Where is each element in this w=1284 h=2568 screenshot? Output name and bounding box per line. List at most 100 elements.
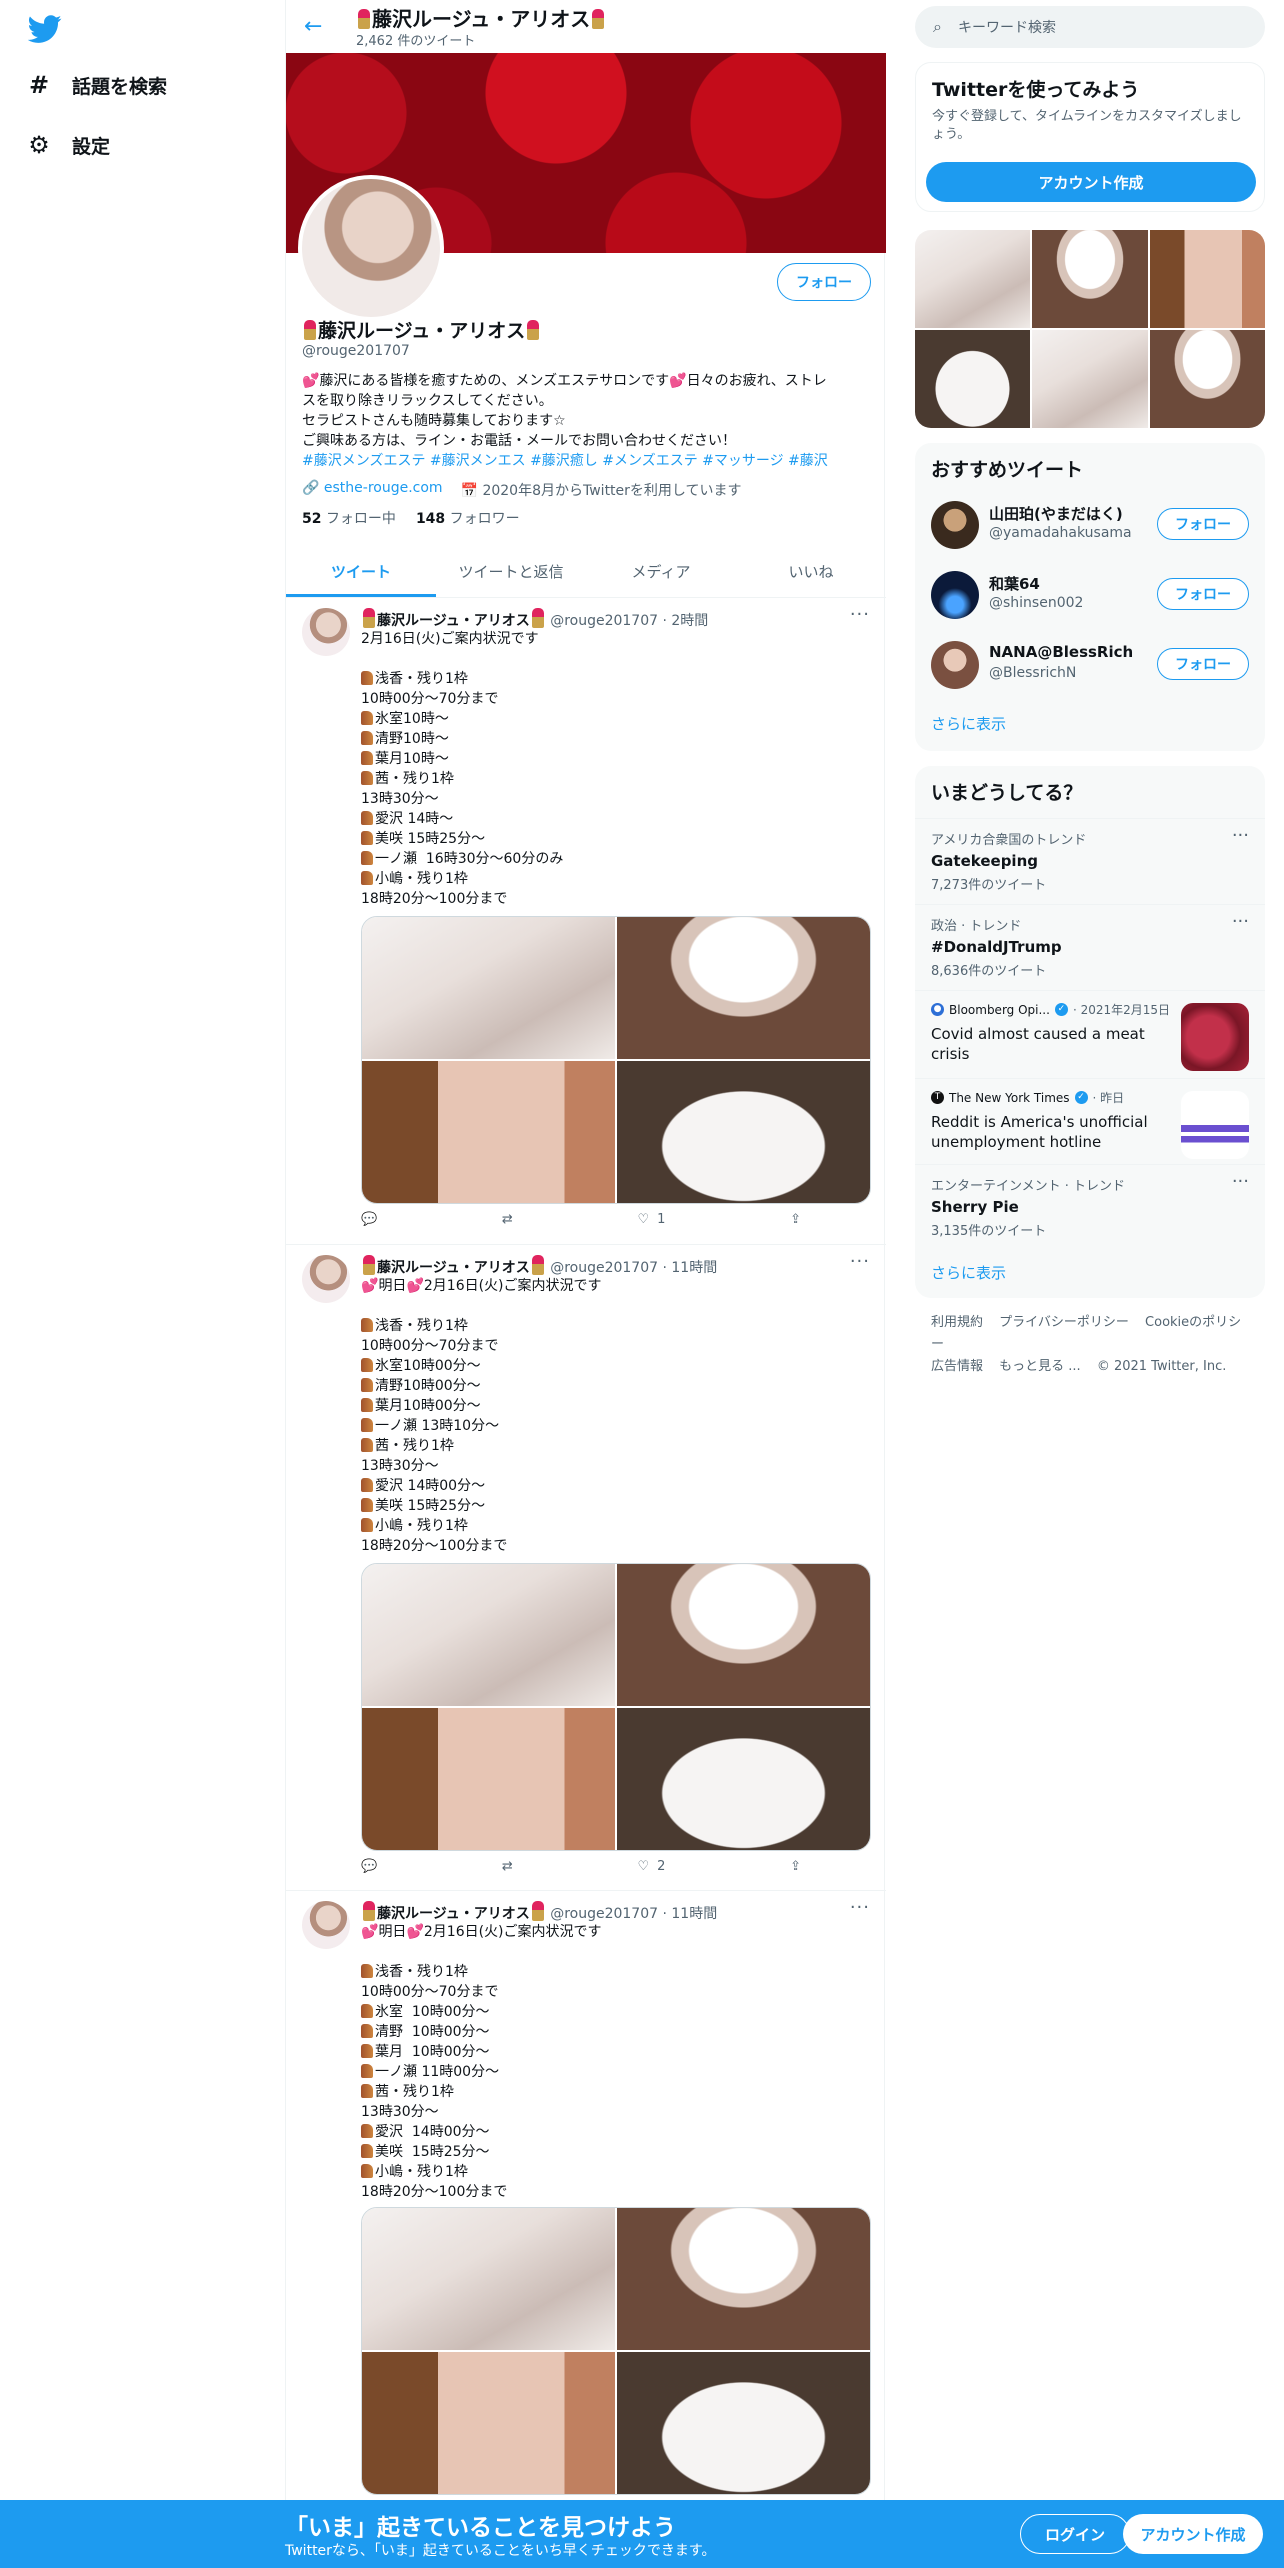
- media-thumb[interactable]: [1032, 330, 1148, 428]
- banner-headline: 「いま」起きていることを見つけよう: [285, 2515, 676, 2541]
- retweet-icon[interactable]: ⇄: [502, 1212, 513, 1227]
- show-more-link[interactable]: さらに表示: [931, 1262, 1006, 1283]
- suggested-user-name[interactable]: 和葉64: [989, 573, 1040, 594]
- profile-avatar[interactable]: [298, 175, 444, 321]
- tweet[interactable]: 藤沢ルージュ・アリオス @rouge201707 · 2時間 ··· 2月16日…: [286, 598, 886, 1245]
- reply-icon[interactable]: 💬: [361, 1859, 377, 1874]
- media-thumb[interactable]: [915, 330, 1031, 428]
- footer-link-terms[interactable]: 利用規約: [931, 1315, 983, 1330]
- news-item[interactable]: T The New York Times ✓ · 昨日 Reddit is Ameri…: [915, 1078, 1265, 1164]
- tweet[interactable]: 藤沢ルージュ・アリオス @rouge201707 · 11時間 ··· 💕明日💕…: [286, 1891, 886, 2500]
- more-icon[interactable]: ···: [1232, 825, 1249, 846]
- suggested-user[interactable]: 山田珀(やまだはく) @yamadahakusama フォロー: [931, 497, 1249, 553]
- tweet-media-grid[interactable]: [361, 916, 871, 1204]
- footer-link-more[interactable]: もっと見る ...: [999, 1359, 1081, 1374]
- nav-settings[interactable]: ⚙ 設定: [26, 125, 110, 165]
- footer-link-privacy[interactable]: プライバシーポリシー: [999, 1315, 1129, 1330]
- avatar[interactable]: [931, 641, 979, 689]
- media-thumb[interactable]: [1149, 230, 1265, 328]
- bio-line: ご興味ある方は、ライン・お電話・メールでお問い合わせください！: [302, 433, 736, 449]
- like-button[interactable]: ♡ 1: [637, 1212, 665, 1227]
- like-button[interactable]: ♡ 2: [637, 1859, 665, 1874]
- retweet-icon[interactable]: ⇄: [502, 1859, 513, 1874]
- suggested-user-name[interactable]: 山田珀(やまだはく): [989, 503, 1123, 524]
- tweet-avatar[interactable]: [302, 1901, 350, 1949]
- tweet-photo[interactable]: [362, 1061, 615, 1203]
- tweet-photo[interactable]: [617, 2352, 870, 2494]
- page-title: 藤沢ルージュ・アリオス: [356, 3, 606, 32]
- tweet-first-line: 2月16日(火)ご案内状況です: [361, 631, 539, 647]
- tab-media[interactable]: メディア: [586, 545, 736, 597]
- dog-icon: [361, 1518, 373, 1532]
- news-time: · 昨日: [1092, 1091, 1125, 1105]
- trend-item[interactable]: エンターテインメント · トレンド Sherry Pie 3,135件のツイート…: [915, 1164, 1265, 1250]
- suggested-user-name[interactable]: NANA@BlessRich: [989, 643, 1133, 661]
- suggested-user[interactable]: 和葉64 @shinsen002 フォロー: [931, 567, 1249, 623]
- tweet-photo[interactable]: [362, 1564, 615, 1706]
- tweet-photo[interactable]: [617, 1708, 870, 1850]
- media-thumb[interactable]: [1032, 230, 1148, 328]
- media-thumb[interactable]: [1149, 330, 1265, 428]
- media-thumb[interactable]: [915, 230, 1031, 328]
- follow-button[interactable]: フォロー: [1157, 578, 1249, 610]
- bio-hashtags[interactable]: #藤沢メンズエステ #藤沢メンエス #藤沢癒し #メンズエステ #マッサージ #…: [302, 451, 870, 471]
- dog-icon: [361, 2084, 373, 2098]
- more-icon[interactable]: ···: [1232, 911, 1249, 932]
- dog-icon: [361, 1318, 373, 1332]
- search-input[interactable]: ⌕ キーワード検索: [915, 6, 1265, 48]
- tweet-photo[interactable]: [617, 1061, 870, 1203]
- tweet-text: 2月16日(火)ご案内状況です 浅香・残り1枠 10時00分～70分まで 氷室1…: [361, 631, 564, 907]
- tweet-photo[interactable]: [362, 1708, 615, 1850]
- show-more-link[interactable]: さらに表示: [931, 713, 1006, 734]
- tweet-author[interactable]: 藤沢ルージュ・アリオス: [377, 1260, 530, 1276]
- tweet-author[interactable]: 藤沢ルージュ・アリオス: [377, 1906, 530, 1922]
- tweet-photo[interactable]: [362, 2208, 615, 2350]
- footer-links: 利用規約 プライバシーポリシー Cookieのポリシー 広告情報 もっと見る .…: [931, 1312, 1261, 1378]
- tweet-photo[interactable]: [617, 2208, 870, 2350]
- profile-stats: 52 フォロー中 148 フォロワー: [302, 508, 520, 528]
- create-account-button[interactable]: アカウント作成: [926, 162, 1256, 202]
- more-icon[interactable]: ···: [1232, 1171, 1249, 1192]
- signup-button[interactable]: アカウント作成: [1123, 2514, 1263, 2554]
- tweet-avatar[interactable]: [302, 608, 350, 656]
- tweet-media-grid[interactable]: [361, 1563, 871, 1851]
- followers-link[interactable]: 148 フォロワー: [416, 508, 520, 528]
- tweet-photo[interactable]: [617, 1564, 870, 1706]
- tab-tweets[interactable]: ツイート: [286, 545, 436, 597]
- tweet[interactable]: 藤沢ルージュ・アリオス @rouge201707 · 11時間 ··· 💕明日💕…: [286, 1245, 886, 1891]
- news-item[interactable]: ● Bloomberg Opi... ✓ · 2021年2月15日 Covid alm…: [915, 990, 1265, 1078]
- profile-handle: @rouge201707: [302, 343, 410, 359]
- follow-button[interactable]: フォロー: [1157, 648, 1249, 680]
- follow-button[interactable]: フォロー: [777, 263, 871, 301]
- tweet-photo[interactable]: [617, 917, 870, 1059]
- tweet-photo[interactable]: [362, 917, 615, 1059]
- login-button[interactable]: ログイン: [1020, 2514, 1130, 2554]
- more-icon[interactable]: ···: [850, 1251, 870, 1272]
- following-link[interactable]: 52 フォロー中: [302, 508, 396, 528]
- bio-line: 日々のお疲れ、ストレ: [686, 373, 827, 389]
- trend-count: 7,273件のツイート: [931, 878, 1047, 893]
- trend-item[interactable]: 政治 · トレンド #DonaldJTrump 8,636件のツイート ···: [915, 904, 1265, 990]
- tweet-photo[interactable]: [362, 2352, 615, 2494]
- share-icon[interactable]: ⇪: [790, 1212, 801, 1227]
- follow-button[interactable]: フォロー: [1157, 508, 1249, 540]
- tab-likes[interactable]: いいね: [736, 545, 886, 597]
- avatar[interactable]: [931, 501, 979, 549]
- more-icon[interactable]: ···: [850, 1897, 870, 1918]
- footer-link-ads[interactable]: 広告情報: [931, 1359, 983, 1374]
- suggested-user[interactable]: NANA@BlessRich @BlessrichN フォロー: [931, 637, 1249, 693]
- website-link[interactable]: esthe-rouge.com: [324, 480, 443, 496]
- twitter-logo-icon[interactable]: [28, 12, 62, 46]
- page-title-text: 藤沢ルージュ・アリオス: [372, 7, 591, 31]
- more-icon[interactable]: ···: [850, 604, 870, 625]
- trend-item[interactable]: アメリカ合衆国のトレンド Gatekeeping 7,273件のツイート ···: [915, 818, 1265, 904]
- tweet-avatar[interactable]: [302, 1255, 350, 1303]
- reply-icon[interactable]: 💬: [361, 1212, 377, 1227]
- back-arrow-icon[interactable]: ←: [304, 14, 322, 39]
- tab-tweets-replies[interactable]: ツイートと返信: [436, 545, 586, 597]
- avatar[interactable]: [931, 571, 979, 619]
- tweet-media-grid[interactable]: [361, 2207, 871, 2495]
- nav-explore[interactable]: # 話題を検索: [26, 65, 167, 105]
- share-icon[interactable]: ⇪: [790, 1859, 801, 1874]
- tweet-author[interactable]: 藤沢ルージュ・アリオス: [377, 613, 530, 629]
